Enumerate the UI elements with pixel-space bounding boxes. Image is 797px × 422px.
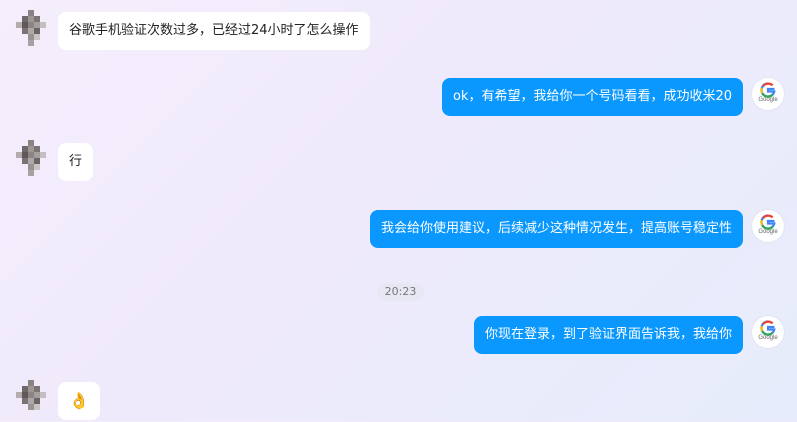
message-bubble-incoming[interactable]: 谷歌手机验证次数过多，已经过24小时了怎么操作	[58, 12, 370, 50]
google-icon	[760, 214, 776, 230]
google-icon	[760, 82, 776, 98]
agent-avatar-caption: Google	[758, 335, 778, 341]
message-text: 你现在登录，到了验证界面告诉我，我给你	[484, 327, 732, 342]
agent-avatar[interactable]: Google	[752, 316, 784, 348]
agent-avatar[interactable]: Google	[752, 210, 784, 242]
agent-avatar-caption: Google	[758, 229, 778, 235]
google-icon	[760, 320, 776, 336]
message-bubble-outgoing[interactable]: 我会给你使用建议，后续减少这种情况发生，提高账号稳定性	[369, 210, 743, 248]
message-bubble-incoming[interactable]: 👌	[58, 382, 100, 420]
user-avatar[interactable]	[16, 140, 52, 176]
message-bubble-outgoing[interactable]: ok，有希望，我给你一个号码看看，成功收米20	[441, 78, 743, 116]
message-bubble-outgoing[interactable]: 你现在登录，到了验证界面告诉我，我给你	[473, 316, 743, 354]
user-avatar[interactable]	[16, 10, 52, 46]
message-text: 谷歌手机验证次数过多，已经过24小时了怎么操作	[69, 23, 359, 38]
agent-avatar[interactable]: Google	[752, 78, 784, 110]
agent-avatar-caption: Google	[758, 97, 778, 103]
message-bubble-incoming[interactable]: 行	[58, 143, 94, 181]
timestamp-separator: 20:23	[377, 283, 424, 301]
user-avatar[interactable]	[16, 380, 52, 416]
message-text: 我会给你使用建议，后续减少这种情况发生，提高账号稳定性	[380, 221, 732, 236]
message-text: 行	[69, 154, 83, 169]
message-text: ok，有希望，我给你一个号码看看，成功收米20	[452, 89, 732, 104]
ok-hand-emoji: 👌	[69, 391, 89, 410]
